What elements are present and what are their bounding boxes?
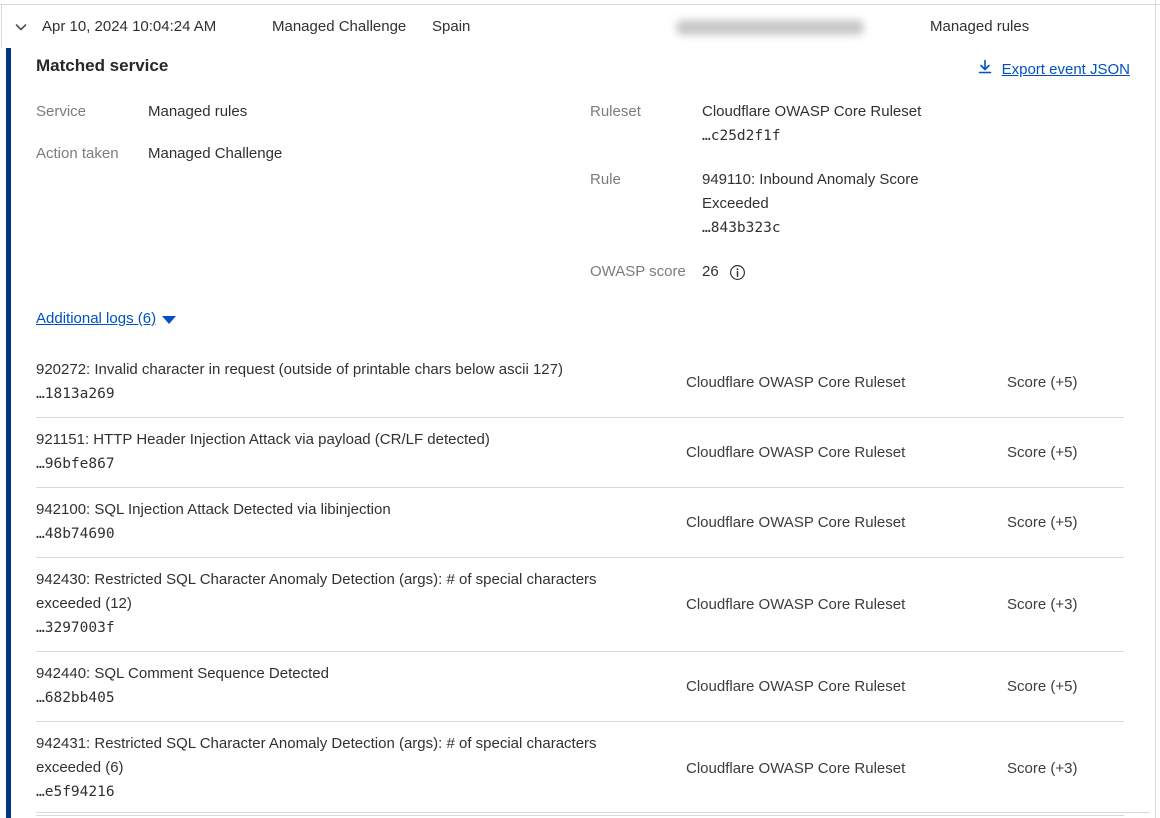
- log-rule-hash: …96bfe867: [36, 452, 656, 476]
- log-row: 920272: Invalid character in request (ou…: [36, 348, 1124, 418]
- log-rule-description: 921151: HTTP Header Injection Attack via…: [36, 428, 656, 452]
- additional-logs-toggle[interactable]: Additional logs (6): [36, 310, 176, 327]
- ruleset-value: Cloudflare OWASP Core Ruleset: [702, 103, 921, 120]
- log-score: Score (+5): [1007, 514, 1124, 531]
- event-row-header[interactable]: Apr 10, 2024 10:04:24 AM Managed Challen…: [0, 5, 1150, 48]
- action-taken-label: Action taken: [36, 142, 148, 166]
- ruleset-row: Ruleset Cloudflare OWASP Core Ruleset …c…: [590, 100, 1050, 148]
- ruleset-label: Ruleset: [590, 100, 702, 148]
- log-row: 942440: SQL Comment Sequence Detected …6…: [36, 652, 1124, 722]
- ruleset-hash: …c25d2f1f: [702, 128, 781, 144]
- owasp-score-value: 26: [702, 260, 719, 284]
- panel-title: Matched service: [36, 56, 168, 76]
- log-rule-hash: …e5f94216: [36, 780, 656, 804]
- log-rule-description: 942431: Restricted SQL Character Anomaly…: [36, 732, 656, 780]
- event-action: Managed Challenge: [272, 5, 406, 48]
- log-rule-description: 942440: SQL Comment Sequence Detected: [36, 662, 656, 686]
- log-ruleset: Cloudflare OWASP Core Ruleset: [686, 444, 926, 461]
- owasp-score-label: OWASP score: [590, 260, 702, 284]
- log-rule-hash: …48b74690: [36, 522, 656, 546]
- log-row: 942100: SQL Injection Attack Detected vi…: [36, 488, 1124, 558]
- card-right-border: [1155, 0, 1156, 818]
- log-score: Score (+3): [1007, 596, 1124, 613]
- action-taken-value: Managed Challenge: [148, 142, 398, 166]
- info-icon[interactable]: [729, 264, 746, 281]
- log-score: Score (+5): [1007, 444, 1124, 461]
- log-ruleset: Cloudflare OWASP Core Ruleset: [686, 374, 926, 391]
- export-json-label: Export event JSON: [1002, 61, 1130, 78]
- owasp-score-row: OWASP score 26: [590, 260, 1050, 284]
- log-ruleset: Cloudflare OWASP Core Ruleset: [686, 678, 926, 695]
- log-rule-description: 942100: SQL Injection Attack Detected vi…: [36, 498, 656, 522]
- rule-row: Rule 949110: Inbound Anomaly Score Excee…: [590, 168, 1050, 240]
- event-service: Managed rules: [930, 5, 1029, 48]
- log-rule-hash: …1813a269: [36, 382, 656, 406]
- log-score: Score (+5): [1007, 374, 1124, 391]
- expanded-row-indicator-bar: [6, 48, 11, 818]
- export-json-link[interactable]: Export event JSON: [977, 59, 1130, 79]
- caret-down-icon: [162, 316, 176, 324]
- rule-label: Rule: [590, 168, 702, 240]
- redacted-ray-id: [676, 20, 864, 35]
- service-label: Service: [36, 100, 148, 124]
- log-row: 942430: Restricted SQL Character Anomaly…: [36, 558, 1124, 652]
- additional-logs-label: Additional logs (6): [36, 310, 156, 327]
- additional-logs-table: 920272: Invalid character in request (ou…: [36, 348, 1124, 816]
- log-score: Score (+3): [1007, 760, 1124, 777]
- log-rule-description: 920272: Invalid character in request (ou…: [36, 358, 656, 382]
- rule-hash: …843b323c: [702, 220, 781, 236]
- event-country: Spain: [432, 5, 470, 48]
- service-row: Service Managed rules: [36, 100, 466, 124]
- matched-service-left-column: Service Managed rules Action taken Manag…: [36, 100, 466, 184]
- panel-bottom-divider: [36, 812, 1150, 813]
- log-row: 921151: HTTP Header Injection Attack via…: [36, 418, 1124, 488]
- chevron-down-icon[interactable]: [13, 5, 29, 48]
- log-ruleset: Cloudflare OWASP Core Ruleset: [686, 760, 926, 777]
- log-rule-hash: …682bb405: [36, 686, 656, 710]
- service-value: Managed rules: [148, 100, 398, 124]
- log-row: 942431: Restricted SQL Character Anomaly…: [36, 722, 1124, 816]
- download-icon: [977, 59, 993, 79]
- log-score: Score (+5): [1007, 678, 1124, 695]
- log-ruleset: Cloudflare OWASP Core Ruleset: [686, 596, 926, 613]
- log-ruleset: Cloudflare OWASP Core Ruleset: [686, 514, 926, 531]
- event-timestamp: Apr 10, 2024 10:04:24 AM: [42, 5, 216, 48]
- rule-value: 949110: Inbound Anomaly Score Exceeded: [702, 171, 919, 212]
- matched-service-right-column: Ruleset Cloudflare OWASP Core Ruleset …c…: [590, 100, 1050, 304]
- log-rule-hash: …3297003f: [36, 616, 656, 640]
- log-rule-description: 942430: Restricted SQL Character Anomaly…: [36, 568, 656, 616]
- action-taken-row: Action taken Managed Challenge: [36, 142, 466, 166]
